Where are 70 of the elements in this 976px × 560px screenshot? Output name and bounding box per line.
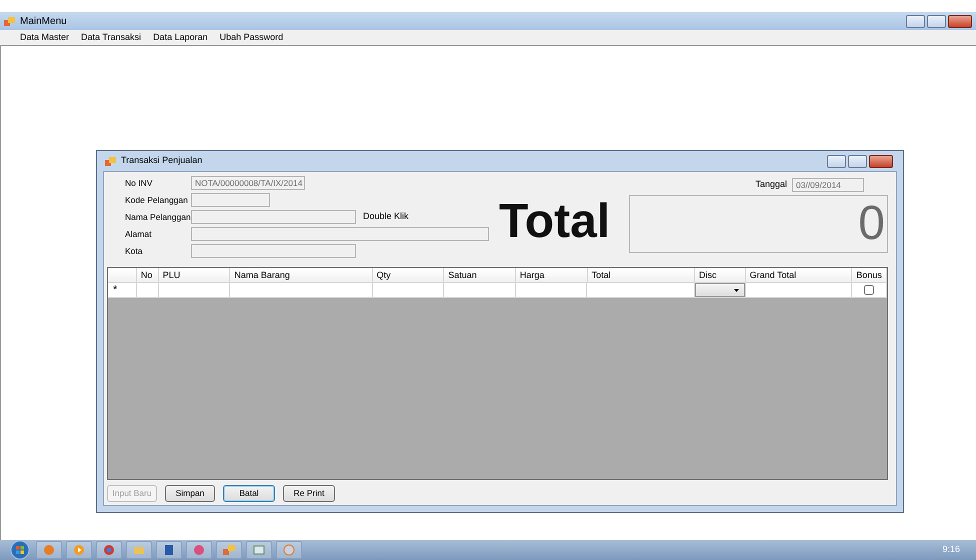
menu-item[interactable]: Ubah Password (214, 30, 290, 44)
taskbar-icon[interactable] (276, 541, 302, 559)
input-field[interactable]: NOTA/00000008/TA/IX/2014 (191, 176, 305, 190)
column-header[interactable]: Harga (516, 268, 588, 283)
date-label: Tanggal (755, 178, 787, 192)
table-cell[interactable] (444, 283, 516, 298)
column-header[interactable]: Disc (695, 268, 746, 283)
hint-text: Double Klik (363, 210, 409, 224)
column-header[interactable]: Bonus (852, 268, 888, 283)
table-cell[interactable] (587, 283, 695, 298)
column-header[interactable]: Grand Total (746, 268, 852, 283)
disc-icon (283, 544, 295, 556)
close-button[interactable] (948, 14, 972, 28)
button[interactable]: Simpan (165, 485, 215, 502)
input-field[interactable] (191, 210, 356, 224)
taskbar-icon[interactable] (156, 541, 182, 559)
input-field[interactable] (191, 227, 489, 241)
table-cell[interactable] (852, 283, 888, 298)
taskbar-icon[interactable] (186, 541, 212, 559)
menu-item[interactable]: Data Master (14, 30, 76, 44)
field-label: Kode Pelanggan (125, 194, 189, 206)
checkbox[interactable] (864, 285, 874, 295)
caret-icon (732, 288, 741, 292)
taskbar-icon[interactable] (216, 541, 242, 559)
field-label: Nama Pelanggan (125, 210, 191, 224)
table-cell[interactable] (372, 283, 444, 298)
button[interactable]: Re Print (283, 485, 335, 502)
button[interactable]: Batal (223, 485, 275, 502)
input-field[interactable] (191, 193, 270, 207)
row-header-corner (108, 268, 137, 283)
column-header[interactable]: Total (588, 268, 695, 283)
taskbar-icon[interactable] (96, 541, 122, 559)
column-header[interactable]: Satuan (444, 268, 516, 283)
maximize-button[interactable] (848, 154, 867, 168)
window-icon (253, 544, 265, 556)
restore-button[interactable] (927, 14, 946, 28)
app-icon (105, 156, 116, 166)
table-cell[interactable] (136, 283, 159, 298)
table-cell[interactable] (516, 283, 588, 298)
column-header[interactable]: No (136, 268, 159, 283)
column-header[interactable]: Nama Barang (230, 268, 373, 283)
taskbar-icon[interactable] (246, 541, 272, 559)
clock: 9:16 (942, 543, 960, 556)
app-icon (4, 16, 15, 26)
column-header[interactable]: PLU (158, 268, 230, 283)
field-label: No INV (125, 176, 154, 190)
input-field[interactable] (191, 244, 356, 258)
minimize-button[interactable] (906, 14, 925, 28)
total-value: 0 (858, 200, 885, 248)
close-button[interactable] (869, 154, 893, 168)
window-title: Transaksi Penjualan (121, 154, 202, 168)
field-label: Alamat (125, 228, 152, 240)
window-icon (223, 544, 235, 556)
document-icon (163, 544, 175, 556)
date-field[interactable]: 03//09/2014 (792, 178, 864, 192)
table-cell[interactable] (158, 283, 230, 298)
total-label: Total (499, 198, 612, 250)
table-cell[interactable] (746, 283, 852, 298)
menu-item[interactable]: Data Transaksi (75, 30, 148, 44)
field-label: Kota (125, 244, 144, 258)
column-header[interactable]: Qty (372, 268, 444, 283)
folder-icon (133, 544, 145, 556)
circle-icon (103, 544, 115, 556)
menu-item[interactable]: Data Laporan (147, 30, 214, 44)
play-icon (73, 544, 85, 556)
window-title: MainMenu (20, 14, 67, 28)
taskbar-icon[interactable] (36, 541, 62, 559)
start-button[interactable] (8, 540, 32, 560)
minimize-button[interactable] (827, 154, 846, 168)
table-cell[interactable] (230, 283, 373, 298)
